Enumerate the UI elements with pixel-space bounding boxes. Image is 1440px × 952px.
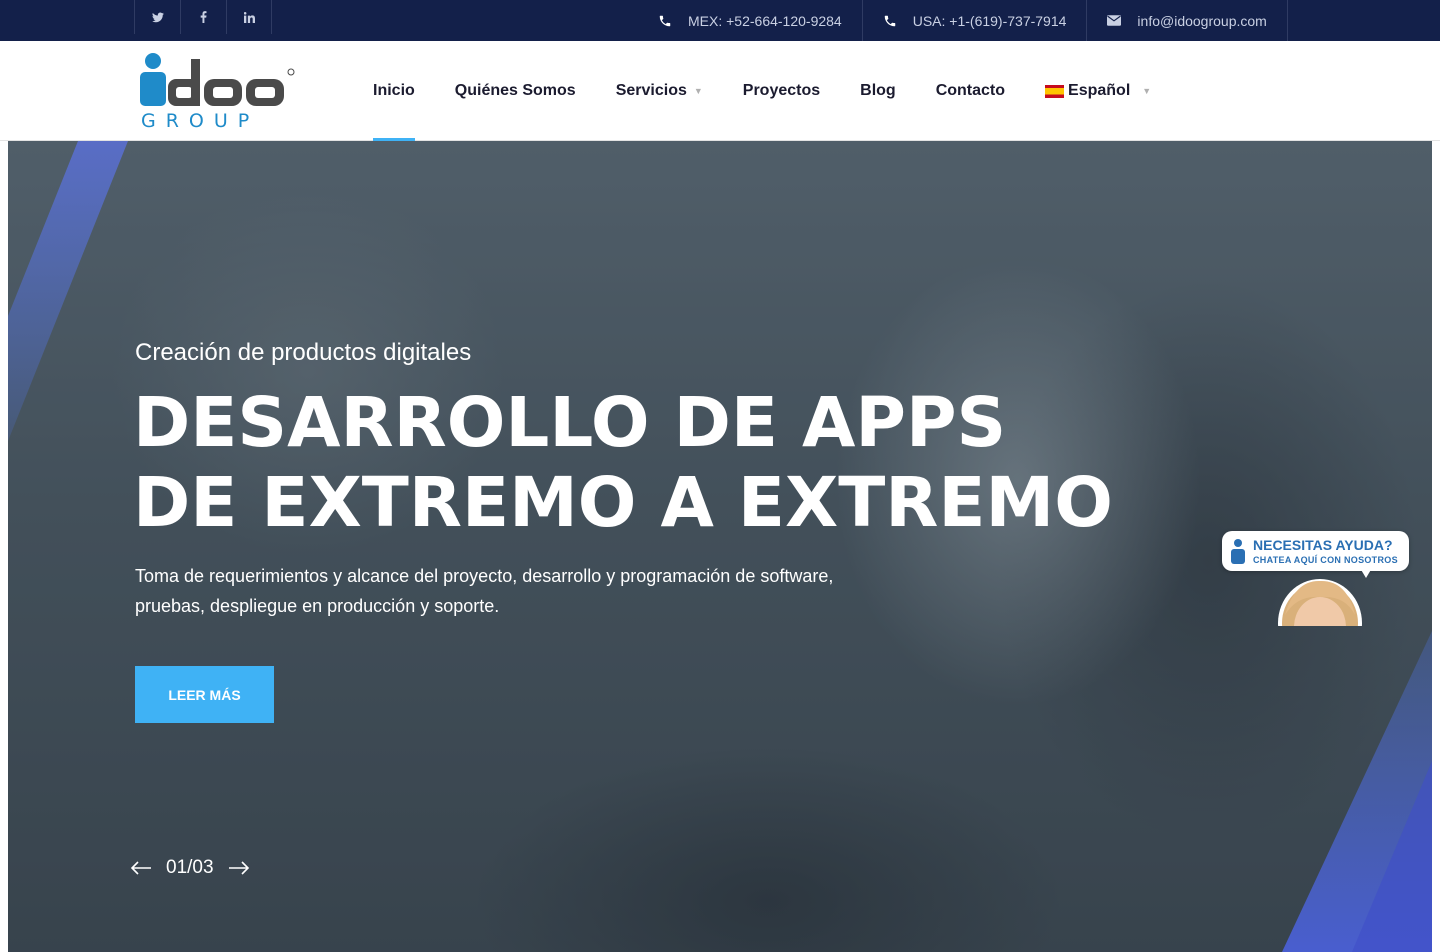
linkedin-icon[interactable] (226, 0, 272, 34)
twitter-icon[interactable] (134, 0, 180, 34)
main-header: GROUP Inicio Quiénes Somos Servicios ▼ P… (0, 41, 1440, 141)
nav-item-contacto[interactable]: Contacto (936, 41, 1005, 141)
nav-label: Blog (860, 82, 896, 99)
nav-item-servicios[interactable]: Servicios ▼ (616, 41, 703, 141)
slider-controls: 01/03 (130, 857, 250, 879)
user-icon (1231, 539, 1245, 564)
contact-text: info@idoogroup.com (1137, 12, 1267, 29)
caret-down-icon: ▼ (693, 86, 703, 96)
social-links (134, 0, 272, 41)
chat-subtitle: CHATEA AQUÍ CON NOSOTROS (1253, 555, 1398, 565)
chat-widget[interactable]: NECESITAS AYUDA? CHATEA AQUÍ CON NOSOTRO… (1222, 531, 1410, 626)
hero-subtitle: Creación de productos digitales (135, 339, 472, 366)
contact-email[interactable]: info@idoogroup.com (1087, 0, 1288, 41)
support-agent-avatar[interactable] (1275, 575, 1365, 626)
contact-phone-mex[interactable]: MEX: +52-664-120-9284 (638, 0, 863, 41)
hero-title: DESARROLLO DE APPS DE EXTREMO A EXTREMO (133, 383, 1113, 543)
main-nav: Inicio Quiénes Somos Servicios ▼ Proyect… (373, 41, 1191, 141)
leer-mas-button[interactable]: LEER MÁS (135, 666, 274, 723)
language-selector[interactable]: Español ▼ (1045, 41, 1151, 141)
nav-label: Contacto (935, 82, 1006, 99)
language-label: Español (1068, 82, 1131, 99)
nav-item-proyectos[interactable]: Proyectos (743, 41, 820, 141)
chat-title: NECESITAS AYUDA? (1253, 537, 1393, 553)
phone-icon (883, 14, 897, 28)
chat-bubble[interactable]: NECESITAS AYUDA? CHATEA AQUÍ CON NOSOTRO… (1222, 531, 1409, 571)
nav-item-blog[interactable]: Blog (860, 41, 896, 141)
svg-text:GROUP: GROUP (141, 110, 259, 131)
nav-label: Quiénes Somos (454, 82, 576, 99)
nav-item-inicio[interactable]: Inicio (373, 41, 415, 141)
contact-info: MEX: +52-664-120-9284 USA: +1-(619)-737-… (638, 0, 1288, 41)
contact-text: MEX: +52-664-120-9284 (688, 12, 842, 29)
envelope-icon (1107, 14, 1122, 28)
decorative-stripe-left (8, 141, 128, 441)
contact-phone-usa[interactable]: USA: +1-(619)-737-7914 (863, 0, 1088, 41)
arrow-right-icon[interactable] (228, 860, 250, 876)
slide-counter: 01/03 (166, 857, 214, 878)
phone-icon (658, 14, 672, 28)
arrow-left-icon[interactable] (130, 860, 152, 876)
hero-title-line: DESARROLLO DE APPS (133, 383, 1007, 463)
hero-slider: Creación de productos digitales DESARROL… (8, 141, 1432, 952)
facebook-icon[interactable] (180, 0, 226, 34)
idoo-group-logo[interactable]: GROUP (138, 51, 298, 132)
nav-label: Proyectos (742, 82, 821, 99)
contact-text: USA: +1-(619)-737-7914 (912, 12, 1067, 29)
top-bar: MEX: +52-664-120-9284 USA: +1-(619)-737-… (0, 0, 1440, 41)
hero-description: Toma de requerimientos y alcance del pro… (135, 566, 834, 616)
nav-label: Servicios (615, 82, 687, 99)
caret-down-icon: ▼ (1142, 86, 1152, 96)
nav-item-quienes-somos[interactable]: Quiénes Somos (455, 41, 576, 141)
spain-flag-icon (1045, 84, 1065, 98)
nav-label: Inicio (373, 82, 415, 99)
hero-title-line: DE EXTREMO A EXTREMO (133, 463, 1113, 543)
